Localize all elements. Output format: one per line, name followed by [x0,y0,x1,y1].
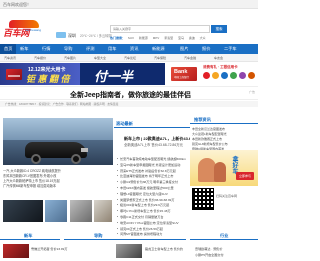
credit-card-icon [6,69,22,80]
hot-search-link[interactable]: 大众 [200,36,206,40]
qr-label: 扫码关注百车网 [216,194,238,198]
person-figure [214,162,226,182]
partner-logo-icon [239,72,246,79]
hot-search-link[interactable]: MPV [153,36,160,40]
banner-mid-big: 付一半 [94,69,134,84]
nav-item-guide[interactable]: 导购 [64,44,72,54]
ad-label: 广告 [248,90,255,94]
thumbnail-image[interactable] [3,244,29,258]
subnav-link[interactable]: 汽车金融 [184,56,196,60]
info-strip-text: 广告热线：18028778817 · 投诉建议：广告合作 · 联系我们 · 网站… [5,102,119,106]
jeep-ad-title: 全新Jeep指南者，做你旅途的最佳伴侣 [70,92,191,99]
weather-text: 20℃~24℃ / 多云转阴 [80,34,112,38]
recommended-list: 丰田全新汉兰达官图发布 大众途观L新车型配置曝光 本田新款雅阁正式上市 别克GL… [192,127,258,152]
logo-subtext: baichewang [25,28,42,32]
partner-logo-icon [212,72,219,79]
section-header: 行业 [190,232,258,240]
jeep-ad[interactable]: 全新Jeep指南者，做你旅途的最佳伴侣 广告 [0,86,258,100]
nav-item-review[interactable]: 评测 [86,44,94,54]
subnav-link[interactable]: 汽车保险 [154,56,166,60]
search-box [110,25,210,33]
subnav-link[interactable]: 车型大全 [94,56,106,60]
promo-button[interactable]: 立即参与 [236,172,254,180]
nav-item-market[interactable]: 行情 [42,44,50,54]
partner-logos [203,72,255,82]
car-wheel-icon [71,154,81,164]
nav-item-new-cars[interactable]: 新车 [20,44,28,54]
banner-left: 12.12来光大用卡 钜 惠 翻 倍 [0,63,80,85]
hot-search-link[interactable]: SUV [128,36,134,40]
section-header: 导购 [64,232,186,240]
bank-sub: 中国工商银行 [174,76,190,79]
feature-sky [3,118,113,140]
section-title[interactable]: 导购 [94,233,102,239]
section-title[interactable]: 行业 [220,233,228,239]
list-item[interactable]: 广汽传祺M8新车型申报 增加混动版本 [0,183,112,188]
city-name[interactable]: 深圳 [68,33,76,39]
search-input[interactable] [111,26,191,32]
subnav-link[interactable]: 汽车论坛 [124,56,136,60]
sub-nav: 汽车资讯 汽车报价 汽车图片 车型大全 汽车论坛 汽车保险 汽车金融 车友会 [0,54,258,62]
subnav-link[interactable]: 汽车报价 [34,56,46,60]
news-list: 长安汽车首款纯电动车型配置曝光 续航超500km 宝马X5新车型申报图曝光 外观… [116,156,190,237]
headline-sub[interactable]: 全新奥迪A7L上市 售价43.68-72.86万元 [124,142,190,147]
car-grille [81,148,88,152]
hot-search-link[interactable]: 新能源 [139,36,148,40]
list-item[interactable]: 奇瑞欧萌达 · 预售价 [195,246,257,251]
top-bar: 百车网欢迎您！ [0,0,258,9]
city-flag-icon [56,32,66,38]
partner-logo-icon [203,72,210,79]
partner-logo-icon [230,72,237,79]
nav-item-news[interactable]: 资讯 [130,44,138,54]
nav-item-new-energy[interactable]: 新能源 [152,44,165,54]
nav-item-home[interactable]: 首页 [0,44,17,54]
banner-right: Bank 中国工商银行 消费有礼 · 工银信用卡 [165,63,258,85]
thumbnail-image[interactable] [116,244,142,258]
partner-logo-icon [248,72,255,79]
hot-searches-label: 热门搜索： [110,36,126,40]
search-button[interactable]: 搜索 [211,25,227,33]
list-item[interactable]: 小鹏P5开启全国交付 [195,252,257,257]
featured-car-image[interactable] [3,118,113,165]
info-strip: 广告热线：18028778817 · 投诉建议：广告合作 · 联系我们 · 网站… [0,101,258,107]
hot-search-link[interactable]: 紧凑型 [164,36,173,40]
thumbnail-image[interactable] [45,200,67,222]
hot-news-title[interactable]: 滚动最新 [116,121,133,127]
banner-left-big: 钜 惠 翻 倍 [26,74,70,84]
ad-banner[interactable]: 12.12来光大用卡 钜 惠 翻 倍 付一半 Bank 中国工商银行 消费有礼 … [0,63,258,85]
recommended-header: 推荐资讯 [190,116,258,124]
nav-item-usage[interactable]: 用车 [108,44,116,54]
nav-item-pictures[interactable]: 图片 [180,44,188,54]
banner-mid: 付一半 [80,63,165,85]
header: 百车网 baichewang 深圳 20℃~24℃ / 多云转阴 搜索 热门搜索… [0,9,258,44]
qr-code-icon [192,188,214,210]
subnav-link[interactable]: 汽车图片 [64,56,76,60]
thumbnail-image[interactable] [94,200,112,222]
list-item[interactable]: 雪佛兰开拓者 售价23.99万 [31,246,109,251]
promo-banner[interactable]: 拿好车 立即参与 [190,150,258,186]
recommended-title[interactable]: 推荐资讯 [194,117,211,123]
hot-news: 滚动最新 新车上市 | 22款奥迪A7L，上新价43.68万起 全新奥迪A7L上… [114,120,190,236]
subnav-link[interactable]: 汽车资讯 [4,56,16,60]
banner-right-title: 消费有礼 · 工银信用卡 [203,65,238,69]
hot-search-link[interactable]: 奥迪 [189,36,195,40]
hot-search-link[interactable]: 宝马 [178,36,184,40]
nav-item-used-cars[interactable]: 二手车 [224,44,237,54]
car-wheel-icon [31,154,41,164]
list-item[interactable]: 路虎卫士新车型上市 售价约 [145,246,189,251]
thumbnail-image[interactable] [3,200,43,222]
subnav-link[interactable]: 车友会 [214,56,223,60]
qr-block: 扫码关注百车网 [190,186,258,214]
thumbnail-image[interactable] [70,200,92,222]
left-news-list: 一汽-大众新款ID.4 CROZZ 纯电续航提升 东风本田新款CR-V官图发布 … [0,168,112,188]
partner-logo-icon [221,72,228,79]
hot-news-header: 滚动最新 [114,120,190,128]
main-nav: 首页 新车 行情 导购 评测 用车 资讯 新能源 图片 报价 二手车 [0,44,258,54]
nav-item-prices[interactable]: 报价 [202,44,210,54]
section-title[interactable]: 新车 [24,233,32,239]
section-header: 新车 [0,232,60,240]
hot-searches: 热门搜索： SUV 新能源 MPV 紧凑型 宝马 奥迪 大众 [110,36,250,40]
welcome-text: 百车网欢迎您！ [3,2,31,7]
site-logo[interactable]: 百车网 baichewang [3,20,47,38]
